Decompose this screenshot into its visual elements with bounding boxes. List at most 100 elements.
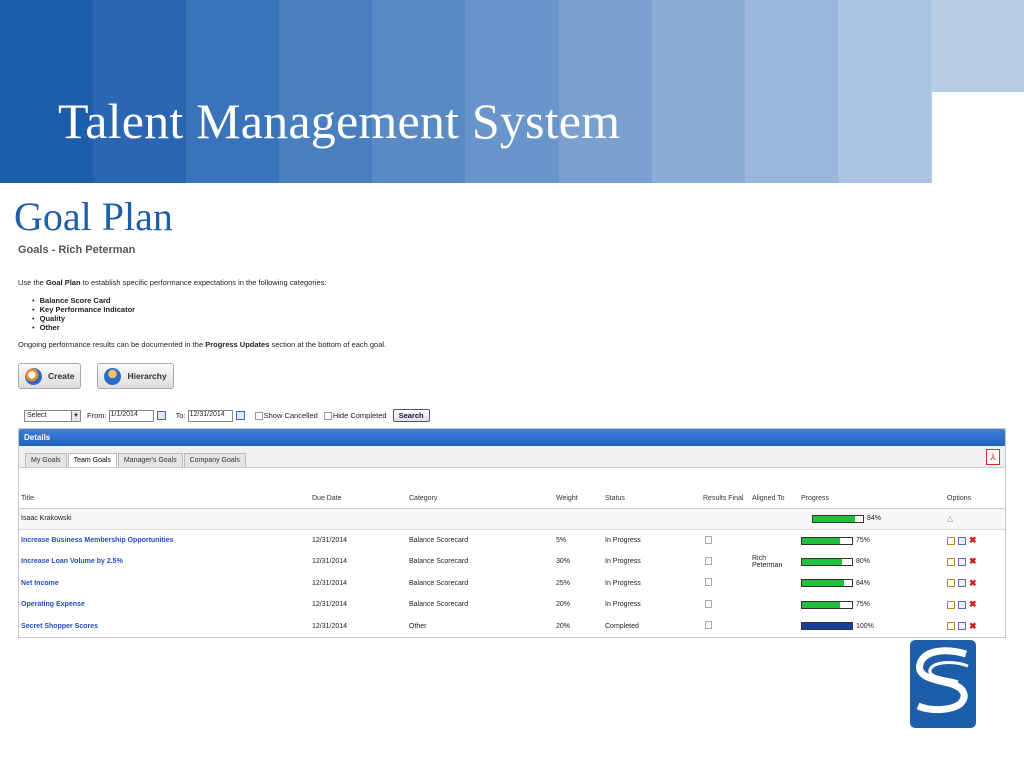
due-date-cell: 12/31/2014 — [312, 601, 348, 609]
table-cell — [701, 508, 750, 530]
copy-icon[interactable] — [958, 557, 966, 566]
group-progress-label: 84% — [867, 515, 882, 523]
copy-icon[interactable] — [958, 579, 966, 588]
options-cell: ✖ — [945, 616, 1005, 638]
hide-completed-checkbox[interactable] — [323, 411, 332, 420]
due-date-cell: 12/31/2014 — [312, 558, 348, 566]
aligned-to-cell: Rich Peterman — [752, 554, 783, 569]
tab-company-goals[interactable]: Company Goals — [183, 453, 246, 467]
edit-icon[interactable] — [947, 557, 955, 566]
delete-icon[interactable]: ✖ — [969, 578, 977, 589]
tab-team-goals[interactable]: Team Goals — [67, 453, 117, 467]
category-cell: Balance Scorecard — [409, 601, 469, 609]
hierarchy-button[interactable]: Hierarchy — [97, 363, 174, 389]
col-weight: Weight — [554, 490, 603, 509]
slide-title: Talent Management System — [58, 93, 621, 149]
to-label: To: — [175, 411, 186, 420]
copy-icon[interactable] — [958, 622, 966, 631]
category-cell: Balance Scorecard — [409, 579, 469, 587]
select-value: Select — [27, 412, 47, 419]
goal-title-link[interactable]: Increase Business Membership Opportuniti… — [21, 537, 174, 544]
collapse-triangle-icon[interactable]: △ — [947, 514, 953, 523]
progress-fill — [813, 515, 855, 522]
results-final-checkbox[interactable] — [705, 599, 712, 608]
progress-fill — [802, 601, 840, 608]
col-results-final: Results Final — [701, 490, 750, 509]
status-cell: In Progress — [605, 579, 641, 587]
progress-cell: 80% — [799, 551, 945, 573]
goal-title-cell: Operating Expense — [19, 594, 310, 616]
goal-title-cell: Increase Loan Volume by 2.5% — [19, 551, 310, 573]
progress-label: 75% — [856, 537, 871, 544]
show-cancelled-checkbox[interactable] — [254, 411, 263, 420]
results-final-checkbox[interactable] — [705, 621, 712, 630]
category-cell: Balance Scorecard — [409, 537, 469, 544]
from-date-input[interactable]: 1/1/2014 — [108, 409, 154, 422]
progress-fill — [802, 558, 842, 565]
slide-subtitle: Goal Plan — [14, 194, 173, 239]
goal-title-link[interactable]: Operating Expense — [21, 601, 85, 608]
delete-icon[interactable]: ✖ — [969, 556, 977, 567]
aligned-to-cell — [750, 573, 799, 595]
copy-icon[interactable] — [958, 536, 966, 545]
progress-note: Ongoing performance results can be docum… — [18, 340, 1008, 349]
group-progress-cell: 84% — [799, 508, 945, 530]
delete-icon[interactable]: ✖ — [969, 621, 977, 632]
due-date-cell: 12/31/2014 — [312, 579, 348, 587]
progress-label: 80% — [856, 558, 871, 566]
pdf-icon[interactable]: ⅄ — [986, 449, 1000, 465]
results-final-checkbox[interactable] — [705, 556, 712, 565]
results-final-checkbox[interactable] — [705, 578, 712, 587]
copy-icon[interactable] — [958, 600, 966, 609]
delete-icon[interactable]: ✖ — [969, 599, 977, 610]
results-final-cell — [701, 616, 750, 638]
intro-text-strong: Goal Plan — [45, 278, 81, 287]
goal-title-link[interactable]: Increase Loan Volume by 2.5% — [21, 558, 123, 565]
show-cancelled-label: Show Cancelled — [263, 411, 318, 420]
progress-cell: 75% — [799, 530, 945, 552]
group-name: Isaac Krakowski — [19, 508, 310, 530]
to-date-input[interactable]: 12/31/2014 — [187, 409, 233, 422]
tab-managers-goals[interactable]: Manager's Goals — [117, 453, 183, 467]
col-category: Category — [407, 490, 554, 509]
edit-icon[interactable] — [947, 622, 955, 631]
list-item: Other — [32, 323, 1008, 332]
banner-tile — [651, 0, 745, 183]
app-screenshot: Goals - Rich Peterman Use the Goal Plan … — [18, 244, 1008, 638]
edit-icon[interactable] — [947, 579, 955, 588]
calendar-icon[interactable] — [156, 411, 166, 420]
options-cell: ✖ — [945, 573, 1005, 595]
results-final-cell — [701, 573, 750, 595]
table-cell — [554, 508, 603, 530]
goal-type-select[interactable]: Select ▼ — [24, 409, 81, 422]
note-part: Ongoing performance results can be docum… — [18, 340, 206, 349]
table-cell — [407, 508, 554, 530]
create-button[interactable]: Create — [18, 363, 82, 389]
aligned-to-cell — [750, 530, 799, 552]
edit-icon[interactable] — [947, 600, 955, 609]
goal-title-cell: Increase Business Membership Opportuniti… — [19, 530, 310, 552]
goals-table: Title Due Date Category Weight Status Re… — [19, 490, 1005, 637]
progress-bar — [801, 557, 853, 566]
tab-bar: My Goals Team Goals Manager's Goals Comp… — [19, 446, 1005, 468]
search-button[interactable]: Search — [392, 409, 430, 422]
from-label: From: — [87, 411, 107, 420]
edit-icon[interactable] — [947, 536, 955, 545]
results-final-checkbox[interactable] — [705, 535, 712, 544]
goal-title-link[interactable]: Secret Shopper Scores — [21, 623, 98, 630]
aligned-to-cell — [750, 594, 799, 616]
panel-title: Details — [19, 429, 1005, 446]
col-aligned-to: Aligned To — [750, 490, 799, 509]
progress-fill — [802, 623, 852, 630]
delete-icon[interactable]: ✖ — [969, 535, 977, 546]
list-item: Key Performance Indicator — [32, 305, 1008, 314]
calendar-icon[interactable] — [235, 411, 245, 420]
progress-bar — [801, 579, 853, 588]
company-logo — [910, 640, 976, 728]
list-item: Quality — [32, 314, 1008, 323]
category-cell: Balance Scorecard — [409, 558, 469, 566]
goal-title-link[interactable]: Net Income — [21, 580, 59, 587]
table-cell — [750, 508, 799, 530]
tab-my-goals[interactable]: My Goals — [25, 453, 67, 467]
weight-cell: 20% — [556, 601, 571, 609]
